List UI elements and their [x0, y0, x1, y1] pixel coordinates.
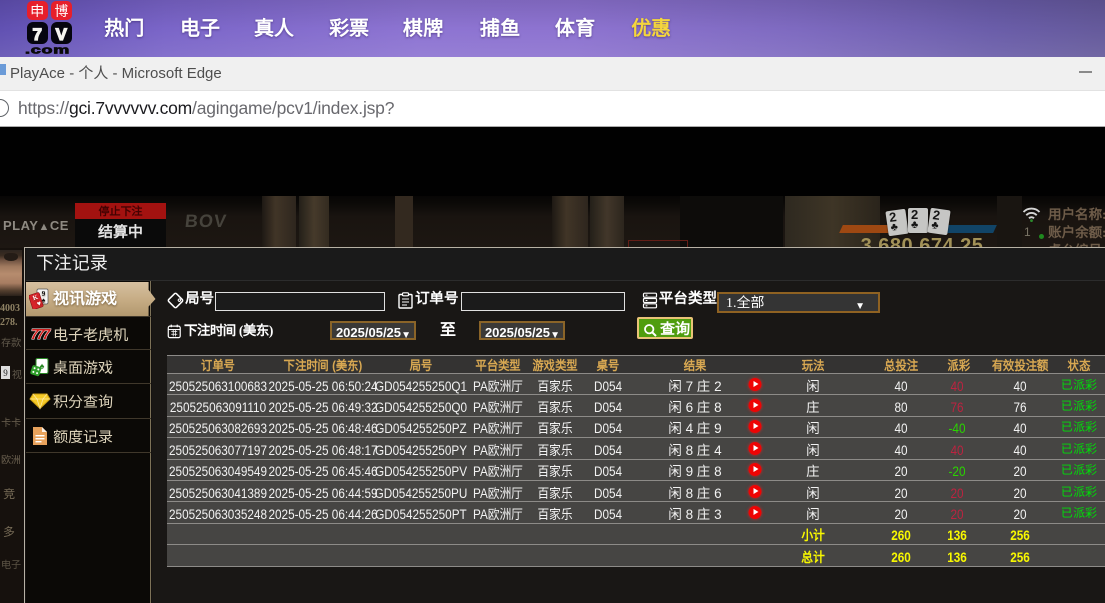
svg-text:777: 777 [29, 327, 51, 342]
